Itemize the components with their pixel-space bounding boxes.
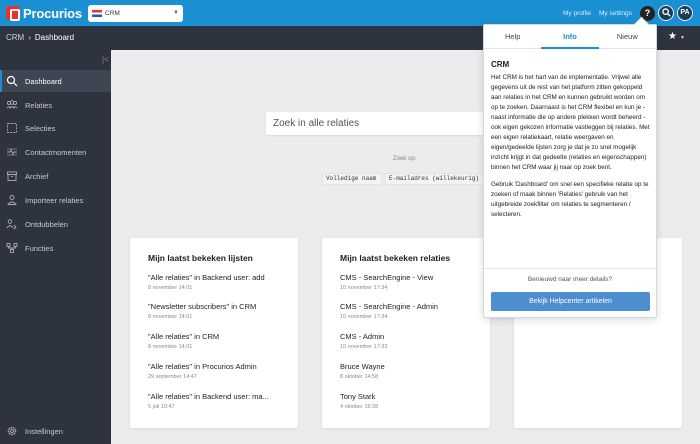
- sidebar-item-label: Archief: [25, 171, 49, 181]
- list-item-title: "Alle relaties" in Backend user: ma...: [148, 392, 269, 401]
- merge-icon: [6, 218, 18, 230]
- search-box[interactable]: [266, 112, 489, 135]
- popover-title: CRM: [491, 60, 510, 69]
- collapse-sidebar-button[interactable]: |<: [102, 55, 109, 64]
- list-item[interactable]: CMS - SearchEngine - View 10 november 17…: [340, 273, 480, 291]
- sidebar-item-label: Relaties: [25, 100, 53, 110]
- sidebar-item-relaties[interactable]: Relaties: [0, 94, 111, 116]
- flag-icon: [92, 10, 102, 17]
- sidebar-item-instellingen[interactable]: Instellingen: [6, 425, 63, 437]
- list-item[interactable]: "Alle relaties" in Backend user: add 8 n…: [148, 273, 288, 291]
- list-item-title: "Alle relaties" in Backend user: add: [148, 273, 265, 282]
- selection-icon: [6, 122, 18, 134]
- list-item[interactable]: CMS - Admin 10 november 17:33: [340, 332, 480, 350]
- sidebar-item-ontdubbelen[interactable]: Ontdubbelen: [0, 213, 111, 235]
- tab-nieuw[interactable]: Nieuw: [599, 25, 656, 48]
- sidebar-item-functies[interactable]: Functies: [0, 237, 111, 259]
- sidebar-item-dashboard[interactable]: Dashboard: [0, 70, 111, 92]
- app-select[interactable]: CRM ▼: [88, 5, 183, 22]
- info-popover: Help Info Nieuw CRM Het CRM is het hart …: [483, 24, 657, 318]
- sidebar-item-label: Importeer relaties: [25, 195, 84, 205]
- chevron-down-icon[interactable]: ▼: [680, 35, 685, 41]
- my-profile-link[interactable]: My profile: [563, 10, 591, 17]
- archive-icon: [6, 170, 18, 182]
- sidebar-item-label: Selecties: [25, 123, 56, 133]
- search-hint-label: Zoek op:: [393, 156, 417, 162]
- list-item[interactable]: CMS - SearchEngine - Admin 10 november 1…: [340, 302, 480, 320]
- sidebar: |< Dashboard Relaties Selecties Contactm…: [0, 50, 111, 444]
- list-item[interactable]: Bruce Wayne 8 oktober 14:58: [340, 362, 480, 380]
- import-icon: [6, 194, 18, 206]
- gear-icon: [6, 425, 18, 437]
- sidebar-item-importeer-relaties[interactable]: Importeer relaties: [0, 189, 111, 211]
- list-item-date: 8 november 14:01: [148, 344, 193, 350]
- popover-paragraph: Het CRM is het hart van de implementatie…: [491, 74, 650, 171]
- list-item-title: "Alle relaties" in CRM: [148, 332, 220, 341]
- list-item-date: 8 oktober 14:58: [340, 374, 379, 380]
- list-item-title: Bruce Wayne: [340, 362, 385, 371]
- functions-icon: [6, 242, 18, 254]
- search-button[interactable]: [658, 5, 674, 21]
- list-item[interactable]: "Alle relaties" in Backend user: ma... 5…: [148, 392, 288, 410]
- top-bar: Procurios CRM ▼ My profile My settings ?…: [0, 0, 700, 26]
- breadcrumb: CRM › Dashboard: [6, 33, 74, 42]
- helpcenter-button[interactable]: Bekijk Helpcenter artikelen: [491, 292, 650, 311]
- search-icon: [661, 8, 671, 17]
- divider: [484, 268, 656, 269]
- search-icon: [6, 75, 18, 87]
- breadcrumb-separator: ›: [28, 33, 31, 42]
- list-item[interactable]: "Alle relaties" in CRM 8 november 14:01: [148, 332, 288, 350]
- sidebar-item-label: Contactmomenten: [25, 147, 87, 157]
- list-item-date: 5 juli 10:47: [148, 404, 175, 410]
- popover-paragraph: Gebruik 'Dashboard' om snel een specifie…: [491, 181, 649, 218]
- list-item-date: 10 november 17:33: [340, 344, 388, 350]
- list-item-date: 29 september 14:47: [148, 374, 197, 380]
- sidebar-item-label: Instellingen: [25, 426, 63, 436]
- list-item-date: 10 november 17:34: [340, 285, 388, 291]
- favorite-star-icon[interactable]: ★: [668, 31, 677, 42]
- breadcrumb-current: Dashboard: [34, 33, 75, 42]
- list-item-title: CMS - SearchEngine - Admin: [340, 302, 438, 311]
- recent-lists-card: Mijn laatst bekeken lijsten "Alle relati…: [130, 238, 298, 428]
- recent-relations-card: Mijn laatst bekeken relaties CMS - Searc…: [322, 238, 490, 428]
- logo-text: Procurios: [23, 5, 82, 21]
- sidebar-item-label: Functies: [25, 243, 54, 253]
- list-item-date: 4 oktober 16:28: [340, 404, 379, 410]
- list-item-title: "Alle relaties" in Procurios Admin: [148, 362, 257, 371]
- chevron-down-icon: ▼: [173, 10, 179, 16]
- people-icon: [6, 99, 18, 111]
- sidebar-item-selecties[interactable]: Selecties: [0, 117, 111, 139]
- app-select-value: CRM: [105, 10, 120, 17]
- list-item-date: 8 november 14:01: [148, 314, 193, 320]
- list-item-title: Tony Stark: [340, 392, 376, 401]
- search-field-tag: E-mailadres (willekeurig): [385, 173, 484, 185]
- list-item[interactable]: Tony Stark 4 oktober 16:28: [340, 392, 480, 410]
- list-item-date: 10 november 17:34: [340, 314, 388, 320]
- list-item-title: "Newsletter subscribers" in CRM: [148, 302, 257, 311]
- list-item[interactable]: "Newsletter subscribers" in CRM 8 novemb…: [148, 302, 288, 320]
- card-title: Mijn laatst bekeken lijsten: [148, 253, 253, 263]
- procurios-logo-icon: [6, 6, 20, 21]
- my-settings-link[interactable]: My settings: [599, 10, 632, 17]
- more-details-prompt: Benieuwd naar meer details?: [527, 276, 613, 283]
- sidebar-item-label: Dashboard: [25, 76, 62, 86]
- list-item-date: 8 november 14:01: [148, 285, 193, 291]
- sidebar-item-contactmomenten[interactable]: Contactmomenten: [0, 141, 111, 163]
- sidebar-item-label: Ontdubbelen: [25, 219, 68, 229]
- search-field-tag: Volledige naam: [322, 173, 382, 185]
- breadcrumb-root[interactable]: CRM: [6, 33, 24, 42]
- list-item-title: CMS - SearchEngine - View: [340, 273, 434, 282]
- popover-tabs: Help Info Nieuw: [484, 25, 656, 49]
- avatar[interactable]: PA: [677, 5, 693, 21]
- popover-body: Het CRM is het hart van de implementatie…: [491, 73, 653, 220]
- card-title: Mijn laatst bekeken relaties: [340, 253, 451, 263]
- sidebar-item-archief[interactable]: Archief: [0, 165, 111, 187]
- contact-icon: [6, 146, 18, 158]
- search-input[interactable]: [273, 118, 473, 129]
- list-item-title: CMS - Admin: [340, 332, 385, 341]
- tab-info[interactable]: Info: [541, 25, 599, 49]
- list-item[interactable]: "Alle relaties" in Procurios Admin 29 se…: [148, 362, 288, 380]
- procurios-logo[interactable]: Procurios: [6, 5, 82, 21]
- tab-help[interactable]: Help: [484, 25, 541, 48]
